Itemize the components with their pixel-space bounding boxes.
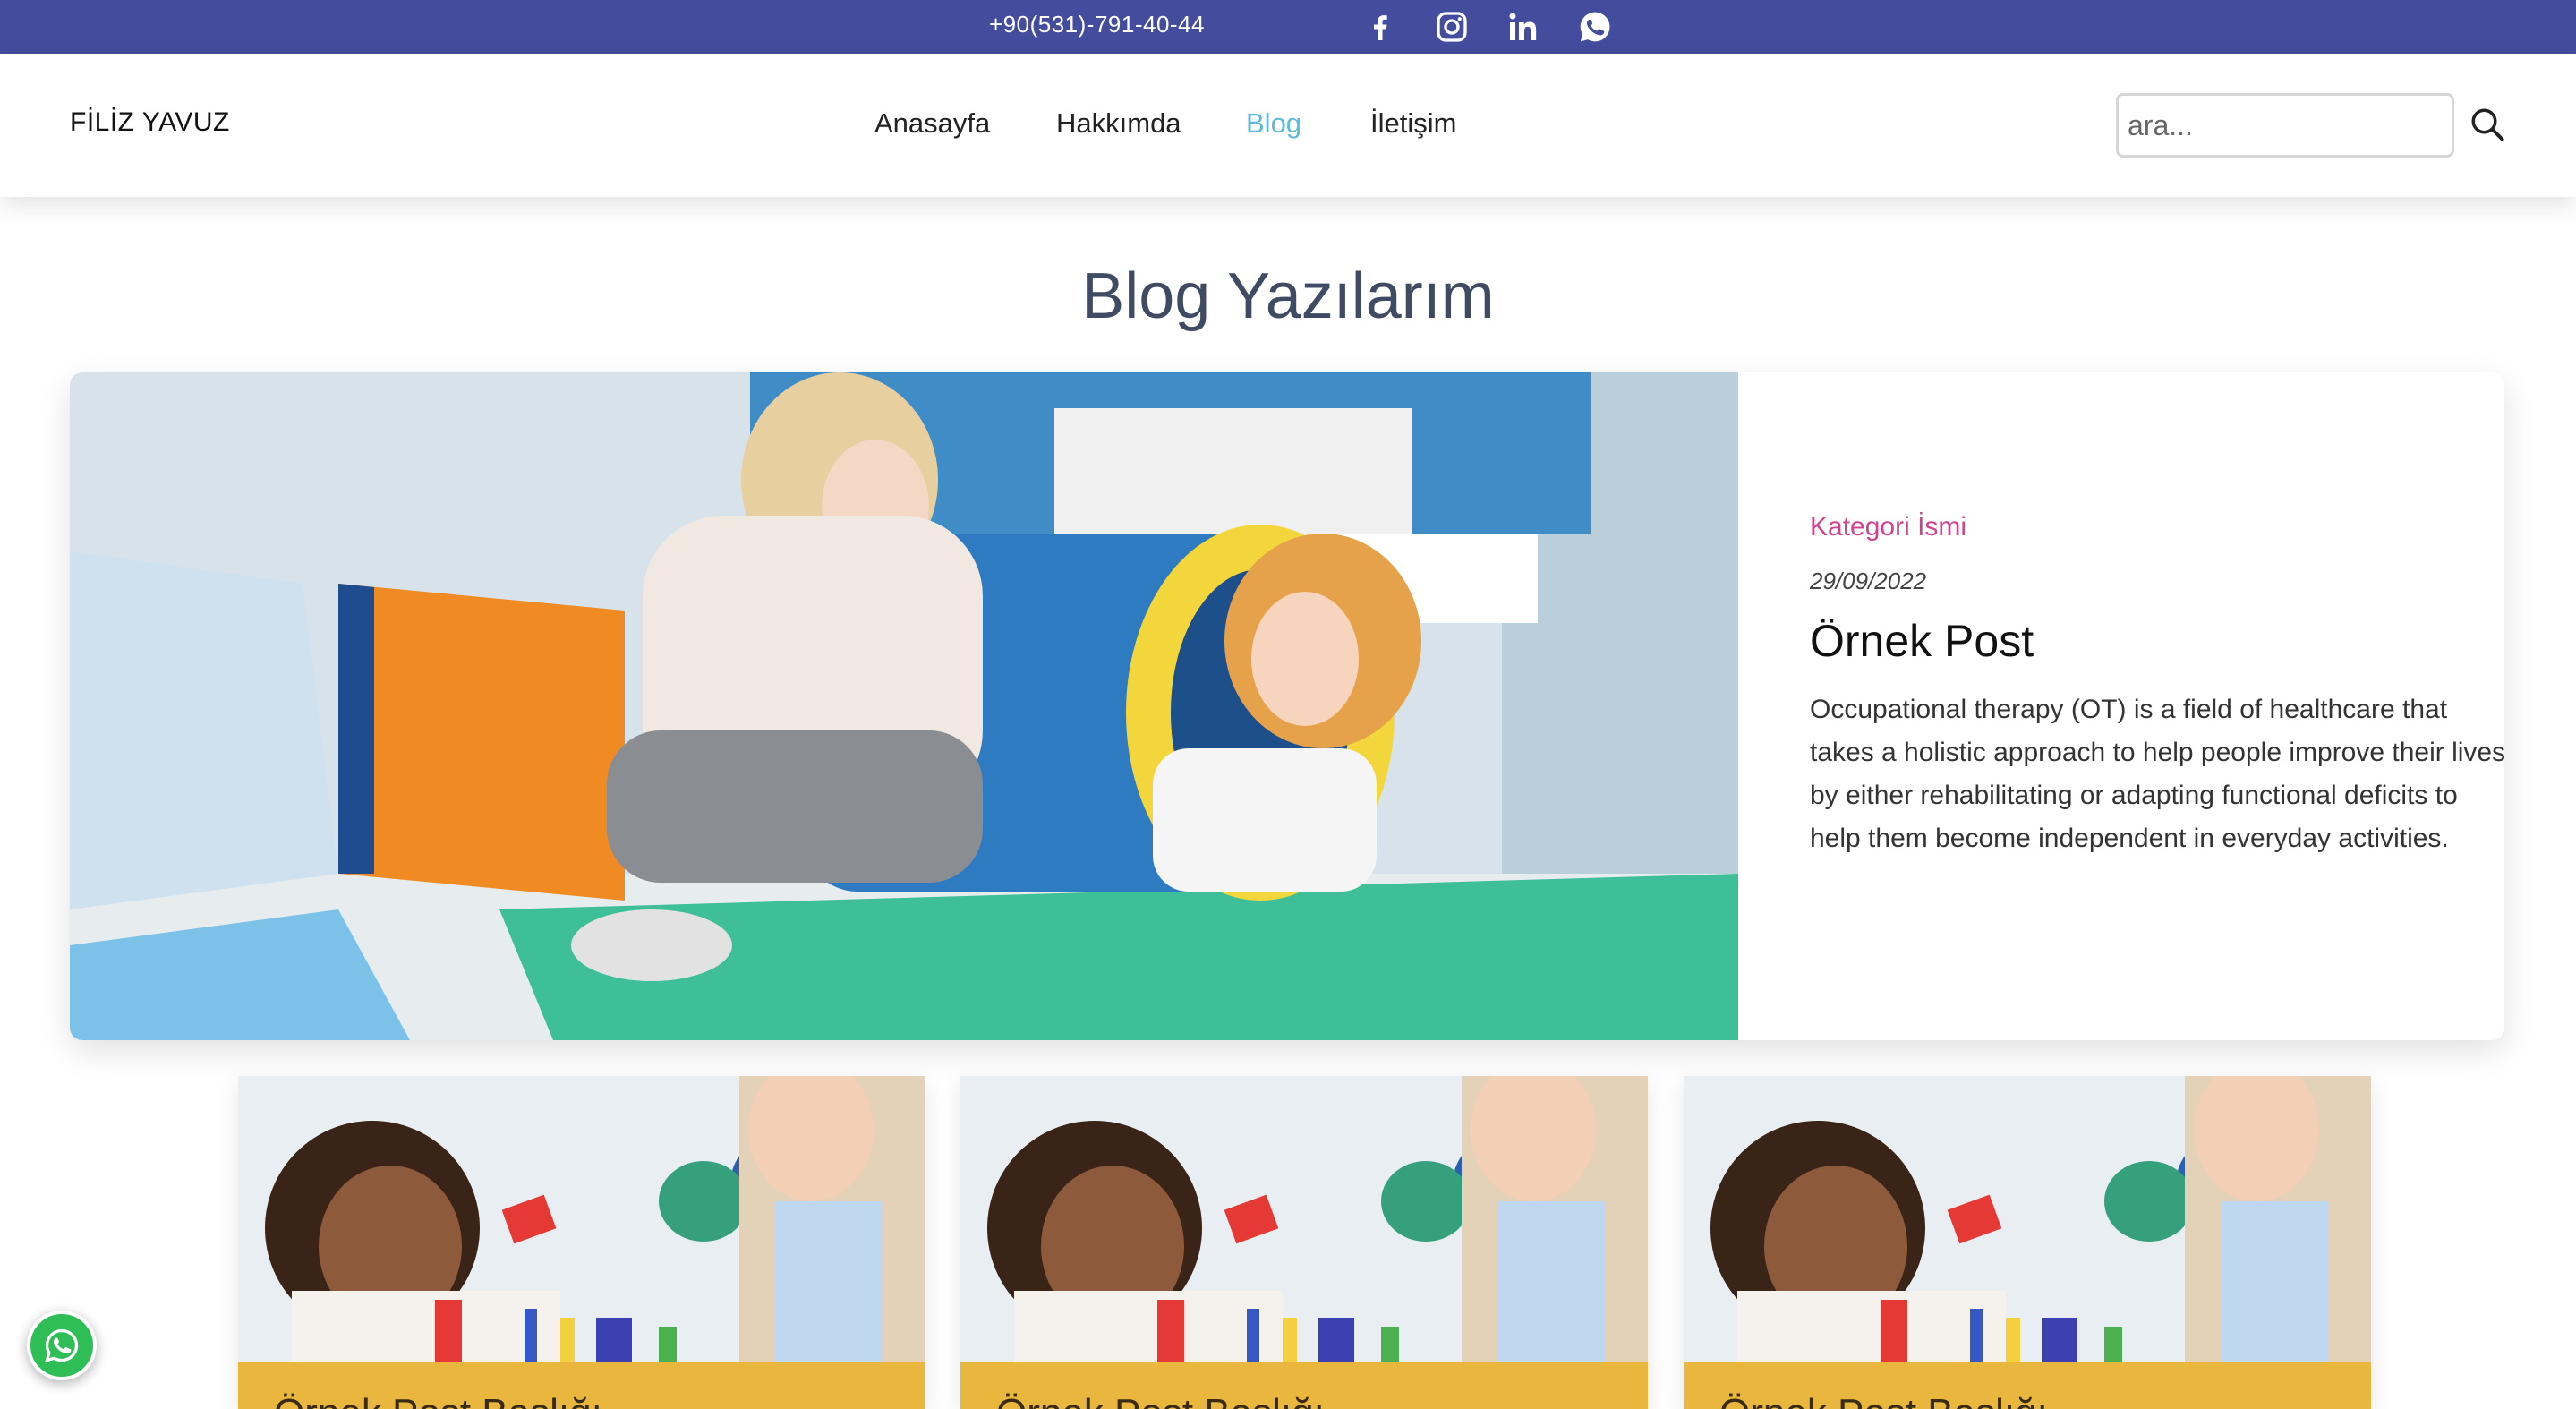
featured-post-content: Kategori İsmi 29/09/2022 Örnek Post Occu…	[1810, 512, 2504, 860]
whatsapp-icon	[45, 1328, 79, 1362]
post-card-band: Örnek Post Başlığı	[960, 1362, 1648, 1409]
nav-item-hakkimda[interactable]: Hakkımda	[1056, 107, 1181, 140]
post-card[interactable]: Örnek Post Başlığı	[1684, 1076, 2371, 1409]
instagram-icon[interactable]	[1432, 7, 1471, 47]
search-icon	[2471, 108, 2504, 141]
post-card[interactable]: Örnek Post Başlığı	[238, 1076, 925, 1409]
post-date: 29/09/2022	[1810, 568, 1927, 594]
top-contact-bar: +90(531)-791-40-44	[0, 0, 2576, 54]
featured-post-card[interactable]: Kategori İsmi 29/09/2022 Örnek Post Occu…	[70, 372, 2504, 1040]
whatsapp-chat-button[interactable]	[27, 1311, 97, 1380]
site-header: FİLİZ YAVUZ Anasayfa Hakkımda Blog İleti…	[0, 54, 2576, 197]
post-card[interactable]: Örnek Post Başlığı	[960, 1076, 1648, 1409]
page-title: Blog Yazılarım	[1081, 260, 1495, 332]
post-card-image[interactable]	[238, 1076, 925, 1362]
search-button[interactable]	[2467, 102, 2508, 147]
post-title[interactable]: Örnek Post	[1810, 615, 2504, 667]
post-card-title[interactable]: Örnek Post Başlığı	[1719, 1391, 2048, 1409]
post-card-band: Örnek Post Başlığı	[1684, 1362, 2371, 1409]
linkedin-icon[interactable]	[1504, 7, 1543, 47]
search-input[interactable]	[2116, 93, 2454, 158]
post-card-band: Örnek Post Başlığı	[238, 1362, 925, 1409]
post-card-title[interactable]: Örnek Post Başlığı	[996, 1391, 1325, 1409]
site-logo-text[interactable]: FİLİZ YAVUZ	[70, 107, 230, 138]
facebook-icon[interactable]	[1361, 7, 1400, 47]
whatsapp-icon[interactable]	[1575, 7, 1615, 47]
phone-number[interactable]: +90(531)-791-40-44	[989, 11, 1205, 38]
featured-post-image[interactable]	[70, 372, 1738, 1040]
post-card-title[interactable]: Örnek Post Başlığı	[274, 1391, 602, 1409]
nav-item-iletisim[interactable]: İletişim	[1370, 107, 1456, 140]
post-category[interactable]: Kategori İsmi	[1810, 512, 2504, 542]
post-card-image[interactable]	[1684, 1076, 2371, 1362]
nav-item-anasayfa[interactable]: Anasayfa	[874, 107, 990, 140]
post-card-image[interactable]	[960, 1076, 1648, 1362]
nav-item-blog[interactable]: Blog	[1246, 107, 1301, 140]
post-excerpt: Occupational therapy (OT) is a field of …	[1810, 695, 2504, 853]
